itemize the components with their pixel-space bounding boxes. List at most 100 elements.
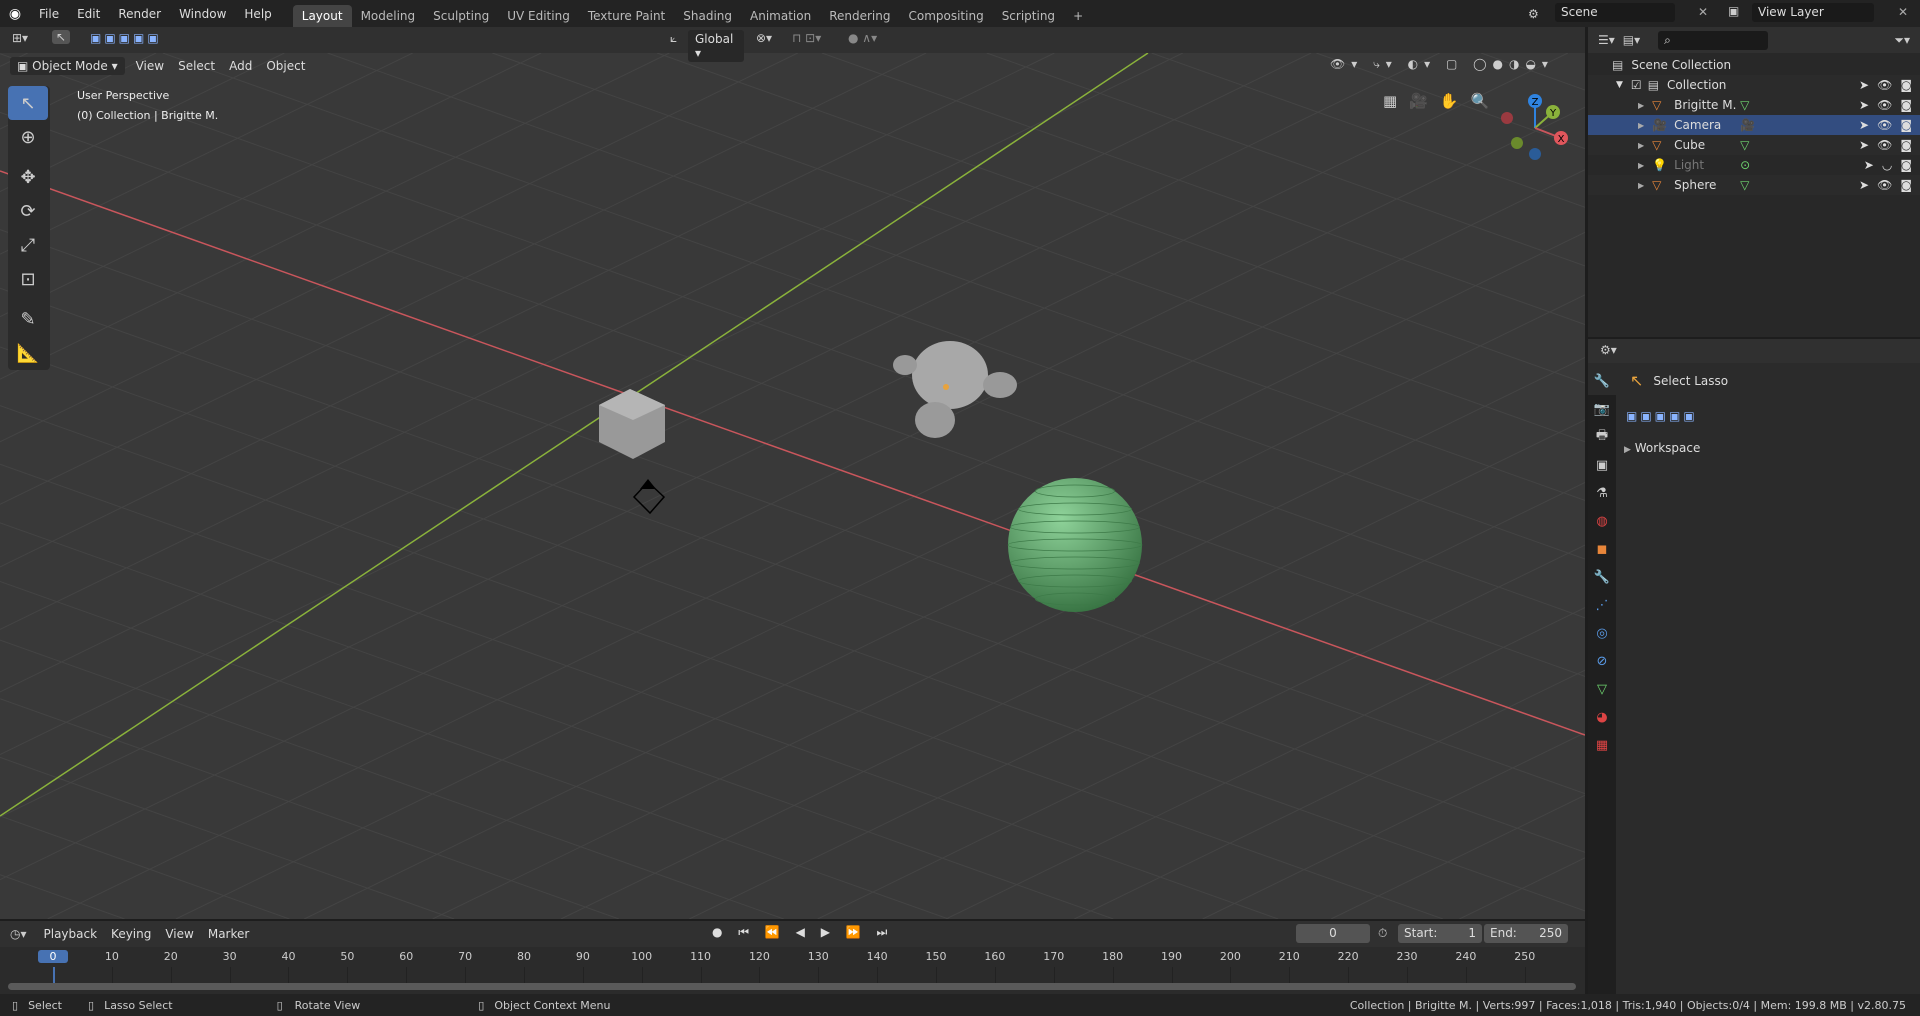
properties-type-icon[interactable]: ⚙▾ [1588, 339, 1920, 363]
object-data-icon[interactable]: ▽ [1588, 675, 1616, 703]
annotate-tool-icon[interactable]: ✎ [8, 302, 48, 336]
tab-uv-editing[interactable]: UV Editing [498, 5, 579, 27]
light-data-icon[interactable]: ⊙ [1740, 158, 1750, 172]
tab-texture-paint[interactable]: Texture Paint [579, 5, 674, 27]
timeline-menu-playback[interactable]: Playback [37, 925, 105, 943]
transform-tool-icon[interactable]: ⊡ [8, 262, 48, 296]
viewport-menu-select[interactable]: Select [171, 57, 222, 75]
grid-view-icon[interactable]: ▦ [1383, 92, 1397, 110]
measure-tool-icon[interactable]: 📐 [8, 336, 48, 370]
display-mode-icon[interactable]: ▤▾ [1623, 33, 1640, 47]
object-icon[interactable]: ◼ [1588, 535, 1616, 563]
timeline-menu-view[interactable]: View [158, 925, 200, 943]
eye-icon[interactable]: 👁 [1877, 138, 1892, 152]
camera-render-icon[interactable]: ◙ [1900, 78, 1912, 92]
eye-closed-icon[interactable]: ◡ [1882, 158, 1892, 172]
cursor-tool-icon[interactable]: ⊕ [8, 120, 48, 154]
blender-logo-icon[interactable]: ◉ [0, 6, 30, 22]
scene-icon[interactable]: ⚗ [1588, 479, 1616, 507]
editor-type-icon[interactable]: ⊞▾ [12, 31, 28, 45]
outliner-item-camera[interactable]: ▶ 🎥 Camera 🎥 ➤ 👁 ◙ [1588, 115, 1920, 135]
menu-file[interactable]: File [30, 7, 68, 21]
eye-icon[interactable]: 👁 [1877, 118, 1892, 132]
object-mode-dropdown[interactable]: ▣ Object Mode ▾ [10, 57, 125, 75]
eye-icon[interactable]: 👁 [1877, 78, 1892, 92]
selectable-arrow-icon[interactable]: ➤ [1859, 178, 1869, 192]
workspace-panel-header[interactable]: ▶ Workspace [1624, 441, 1700, 455]
selectable-arrow-icon[interactable]: ➤ [1859, 78, 1869, 92]
end-frame-field[interactable]: End: 250 [1484, 924, 1568, 943]
tool-icon[interactable]: 🔧 [1588, 367, 1616, 395]
material-icon[interactable]: ◕ [1588, 703, 1616, 731]
timeline-menu-marker[interactable]: Marker [201, 925, 256, 943]
camera-render-icon[interactable]: ◙ [1900, 178, 1912, 192]
timeline-menu-keying[interactable]: Keying [104, 925, 158, 943]
camera-render-icon[interactable]: ◙ [1900, 138, 1912, 152]
world-icon[interactable]: ◍ [1588, 507, 1616, 535]
tab-rendering[interactable]: Rendering [820, 5, 899, 27]
3d-viewport[interactable] [0, 53, 1585, 919]
selection-mode-icons[interactable]: ▣▣▣▣▣ [1626, 409, 1698, 423]
outliner-type-icon[interactable]: ☰▾ [1598, 33, 1615, 47]
scale-tool-icon[interactable]: ⤢ [8, 228, 48, 262]
playback-controls[interactable]: ● ⏮ ⏪ ◀ ▶ ⏩ ⏭ [712, 925, 893, 940]
eye-icon[interactable]: 👁 [1877, 98, 1892, 112]
viewport-menu-object[interactable]: Object [259, 57, 312, 75]
camera-data-icon[interactable]: 🎥 [1740, 118, 1755, 132]
snap-icon[interactable]: ⊓ ⊡▾ [792, 31, 821, 45]
expand-arrow-icon[interactable]: ▶ [1638, 181, 1644, 190]
tab-animation[interactable]: Animation [741, 5, 820, 27]
camera-render-icon[interactable]: ◙ [1900, 118, 1912, 132]
pivot-icon[interactable]: ⊗▾ [756, 31, 772, 45]
stopwatch-icon[interactable]: ⏱ [1378, 926, 1387, 941]
pan-hand-icon[interactable]: ✋ [1440, 92, 1459, 110]
constraints-icon[interactable]: ⊘ [1588, 647, 1616, 675]
render-icon[interactable]: 📷 [1588, 395, 1616, 423]
add-workspace-button[interactable]: + [1064, 5, 1092, 27]
menu-render[interactable]: Render [109, 7, 170, 21]
expand-arrow-icon[interactable]: ▶ [1638, 101, 1644, 110]
camera-render-icon[interactable]: ◙ [1900, 98, 1912, 112]
view-layer-icon[interactable]: ▣ [1588, 451, 1616, 479]
tab-scripting[interactable]: Scripting [993, 5, 1064, 27]
current-frame-field[interactable]: 0 [1296, 924, 1370, 943]
tab-compositing[interactable]: Compositing [899, 5, 992, 27]
selectable-arrow-icon[interactable]: ➤ [1859, 138, 1869, 152]
physics-icon[interactable]: ◎ [1588, 619, 1616, 647]
menu-edit[interactable]: Edit [68, 7, 109, 21]
expand-arrow-icon[interactable]: ▼ [1616, 80, 1623, 90]
tab-layout[interactable]: Layout [292, 5, 352, 27]
timeline-scrollbar[interactable] [8, 983, 1576, 990]
tab-sculpting[interactable]: Sculpting [424, 5, 498, 27]
outliner-item-cube[interactable]: ▶ ▽ Cube ▽ ➤ 👁 ◙ [1588, 135, 1920, 155]
modifier-icon[interactable]: 🔧 [1588, 563, 1616, 591]
outliner-item-sphere[interactable]: ▶ ▽ Sphere ▽ ➤ 👁 ◙ [1588, 175, 1920, 195]
selection-mode-icons[interactable]: ▣▣▣▣▣ [90, 31, 162, 45]
eye-icon[interactable]: 👁 [1877, 178, 1892, 192]
outliner-search-input[interactable]: ⌕ [1658, 30, 1769, 50]
mesh-data-icon[interactable]: ▽ [1740, 98, 1749, 112]
particles-icon[interactable]: ⋰ [1588, 591, 1616, 619]
filter-icon[interactable]: ⏷▾ [1894, 33, 1910, 48]
checkbox-icon[interactable]: ☑ [1631, 78, 1642, 92]
selectable-arrow-icon[interactable]: ➤ [1859, 98, 1869, 112]
outliner-item-light[interactable]: ▶ 💡 Light ⊙ ➤ ◡ ◙ [1588, 155, 1920, 175]
scene-field[interactable]: Scene [1555, 3, 1675, 22]
viewport-menu-view[interactable]: View [129, 57, 171, 75]
select-tool-icon[interactable]: ↖ [8, 86, 48, 120]
mesh-data-icon[interactable]: ▽ [1740, 138, 1749, 152]
axis-gizmo[interactable]: Z Y X [1495, 88, 1570, 163]
expand-arrow-icon[interactable]: ▶ [1638, 121, 1644, 130]
close-icon[interactable]: ✕ [1698, 5, 1708, 19]
move-tool-icon[interactable]: ✥ [8, 160, 48, 194]
outliner-collection[interactable]: ▼ ☑ ▤ Collection ➤ 👁 ◙ [1588, 75, 1920, 95]
menu-window[interactable]: Window [170, 7, 235, 21]
view-layer-icon[interactable]: ▣ [1728, 4, 1739, 18]
close-icon[interactable]: ✕ [1898, 5, 1908, 19]
tab-shading[interactable]: Shading [674, 5, 741, 27]
camera-view-icon[interactable]: 🎥 [1409, 92, 1428, 110]
outliner-item-brigittem[interactable]: ▶ ▽ Brigitte M. ▽ ➤ 👁 ◙ [1588, 95, 1920, 115]
selectable-arrow-icon[interactable]: ➤ [1859, 118, 1869, 132]
expand-arrow-icon[interactable]: ▶ [1638, 141, 1644, 150]
camera-render-icon[interactable]: ◙ [1900, 158, 1912, 172]
